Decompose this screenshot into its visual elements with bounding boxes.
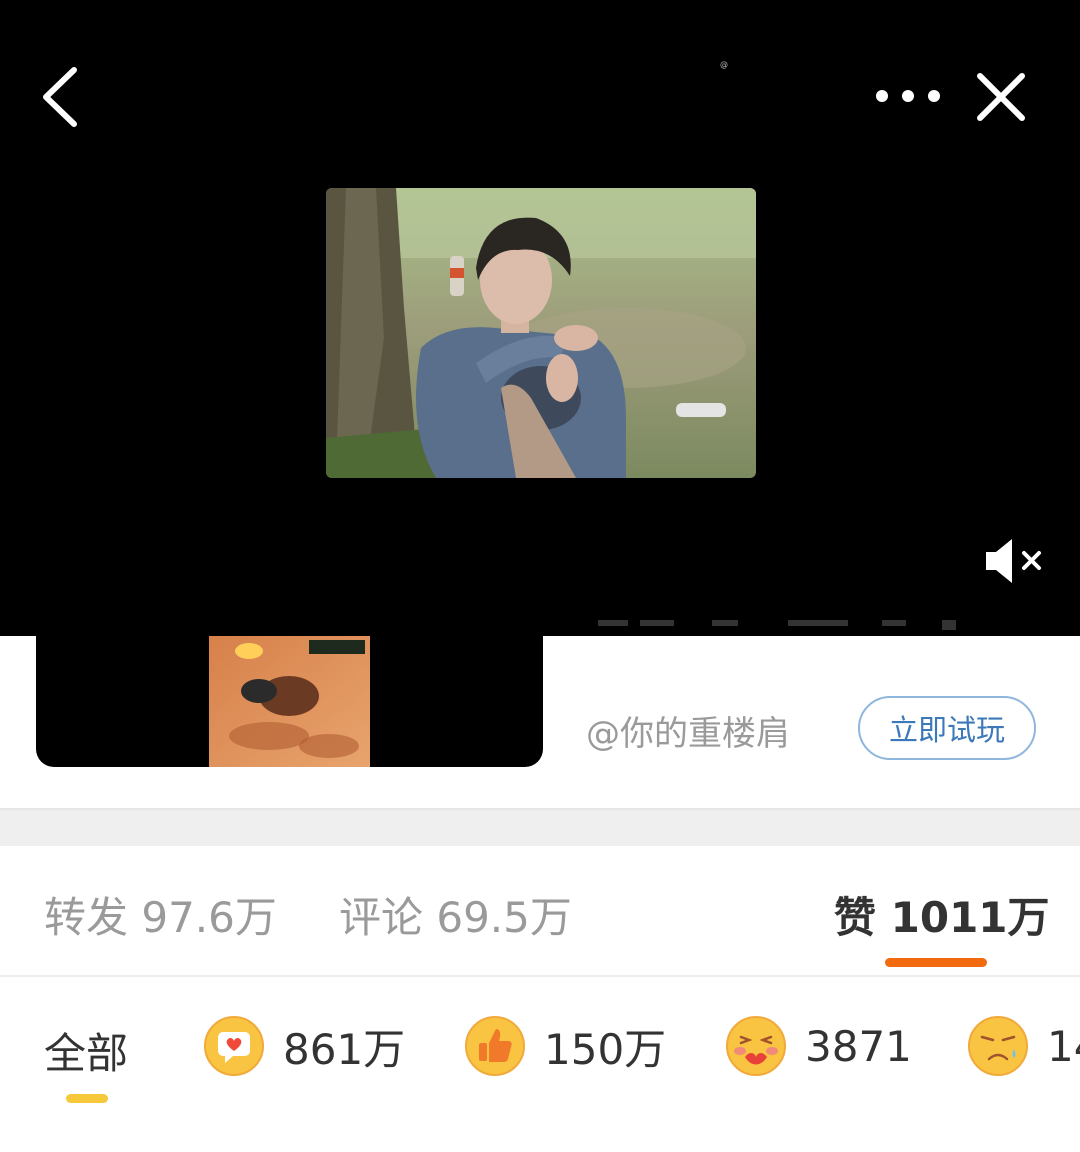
tab-likes[interactable]: 赞 1011万 xyxy=(834,884,1050,945)
reaction-filter-heart[interactable]: 861万 xyxy=(203,1014,405,1078)
section-divider xyxy=(0,808,1080,846)
play-now-button[interactable]: 立即试玩 xyxy=(858,696,1036,760)
heart-bubble-emoji-icon xyxy=(204,1016,264,1076)
tab-comments[interactable]: 评论 69.5万 xyxy=(339,884,572,945)
reaction-filter-all[interactable]: 全部 xyxy=(44,1020,128,1081)
tabs-divider xyxy=(0,975,1080,977)
game-thumbnail xyxy=(209,636,370,767)
video-frame xyxy=(326,188,756,478)
active-filter-indicator xyxy=(66,1094,108,1103)
back-button[interactable] xyxy=(36,62,92,132)
close-icon xyxy=(977,73,1025,121)
reaction-count: 3871 xyxy=(805,1021,912,1071)
clipped-text-fragment xyxy=(598,620,956,630)
reaction-count: 150万 xyxy=(544,1024,667,1074)
tab-reposts[interactable]: 转发 97.6万 xyxy=(44,884,277,945)
chevron-left-icon xyxy=(43,67,77,127)
reaction-count: 14 xyxy=(1047,1021,1080,1071)
kiss-emoji-icon xyxy=(726,1016,786,1076)
reaction-filter-thumbs-up[interactable]: 150万 xyxy=(464,1014,666,1078)
more-dots-icon xyxy=(876,90,940,102)
video-watermark: @ xyxy=(720,60,728,69)
sad-emoji-icon xyxy=(968,1016,1028,1076)
reaction-filter-sad[interactable]: 14 xyxy=(967,1014,1080,1078)
game-video-card[interactable] xyxy=(36,636,543,767)
thumbs-up-emoji-icon xyxy=(465,1016,525,1076)
video-player[interactable]: @ xyxy=(0,0,1080,636)
active-tab-indicator xyxy=(885,958,987,967)
close-button[interactable] xyxy=(970,66,1032,128)
mute-button[interactable] xyxy=(982,536,1048,586)
volume-muted-icon xyxy=(986,539,1041,583)
reaction-filter-kiss[interactable]: 3871 xyxy=(725,1014,912,1078)
reaction-count: 861万 xyxy=(283,1024,406,1074)
more-button[interactable] xyxy=(868,78,948,114)
author-mention[interactable]: @你的重楼肩 xyxy=(586,706,790,755)
